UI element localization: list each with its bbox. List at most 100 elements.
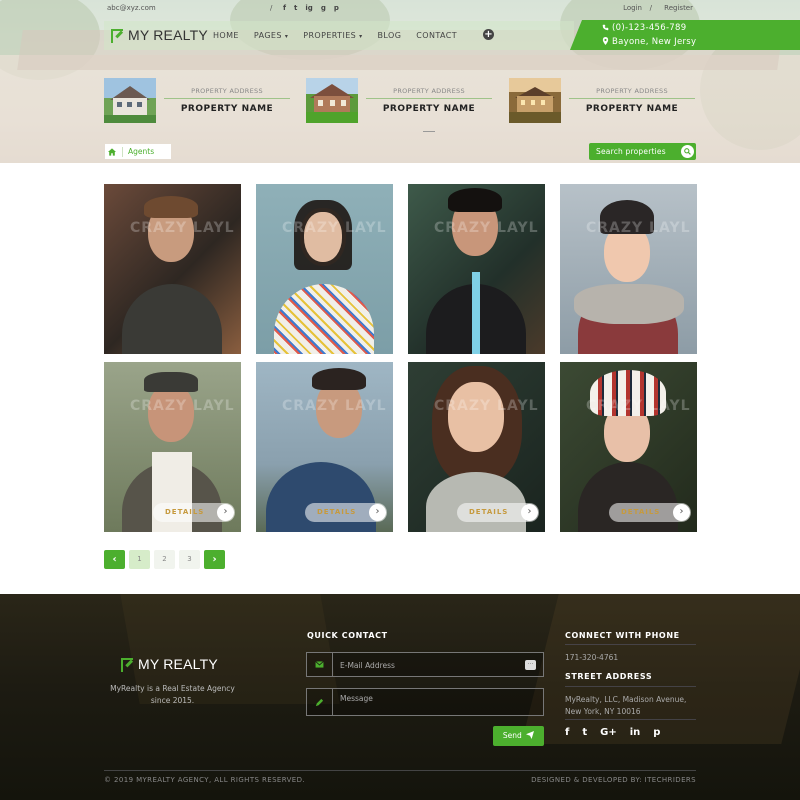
property-address: PROPERTY ADDRESS: [393, 87, 465, 95]
register-link[interactable]: Register: [664, 4, 693, 12]
nav-blog[interactable]: BLOG: [378, 31, 402, 40]
facebook-icon[interactable]: f: [565, 727, 569, 738]
autofill-icon[interactable]: ···: [525, 660, 536, 670]
details-button[interactable]: DETAILS ›: [153, 503, 235, 522]
next-page-button[interactable]: ›: [204, 550, 225, 569]
watermark-text: CRAZY LAYL: [586, 220, 691, 236]
quick-contact-heading: QUICK CONTACT: [307, 631, 388, 640]
footer-email-field[interactable]: E-Mail Address ···: [306, 652, 544, 677]
footer-logo-text: MY REALTY: [138, 656, 218, 672]
pinterest-icon[interactable]: p: [653, 727, 660, 738]
plus-icon[interactable]: +: [483, 29, 494, 40]
breadcrumb: Agents: [105, 144, 171, 159]
header-location-text: Bayone, New Jersy: [612, 37, 697, 47]
google-plus-icon[interactable]: G+: [600, 727, 617, 738]
map-pin-icon: [602, 37, 609, 45]
property-card[interactable]: PROPERTY ADDRESS PROPERTY NAME: [509, 78, 699, 124]
details-button[interactable]: DETAILS ›: [305, 503, 387, 522]
site-logo[interactable]: MY REALTY: [110, 27, 208, 43]
twitter-icon[interactable]: t: [582, 727, 587, 738]
breadcrumb-current: Agents: [128, 147, 155, 156]
property-card[interactable]: PROPERTY ADDRESS PROPERTY NAME: [104, 78, 294, 124]
agent-card[interactable]: CRAZY LAYL: [408, 184, 545, 354]
send-button[interactable]: Send: [493, 726, 544, 746]
nav-pages[interactable]: PAGES ▾: [254, 31, 288, 40]
property-thumbnail: [306, 78, 358, 123]
agent-card[interactable]: CRAZY LAYL: [104, 184, 241, 354]
logo-house-icon: [120, 656, 136, 672]
phone-icon: [602, 24, 609, 31]
watermark-text: CRAZY LAYL: [282, 398, 387, 414]
details-button[interactable]: DETAILS ›: [609, 503, 691, 522]
page-1-button[interactable]: 1: [129, 550, 150, 569]
chevron-right-icon: ›: [217, 504, 234, 521]
pagination: ‹ 1 2 3 ›: [104, 550, 225, 569]
agent-card[interactable]: CRAZY LAYL: [560, 184, 697, 354]
facebook-icon[interactable]: f: [283, 4, 286, 12]
envelope-icon: [307, 653, 333, 676]
footer-phone: 171-320-4761: [565, 653, 619, 662]
nav-contact[interactable]: CONTACT: [416, 31, 457, 40]
nav-pages-label: PAGES: [253, 31, 282, 40]
chevron-right-icon: ›: [369, 504, 386, 521]
property-thumbnail: [509, 78, 561, 123]
watermark-text: CRAZY LAYL: [434, 220, 539, 236]
connect-phone-heading: CONNECT WITH PHONE: [565, 631, 680, 640]
watermark-text: CRAZY LAYL: [130, 220, 235, 236]
agent-card[interactable]: CRAZY LAYL DETAILS ›: [560, 362, 697, 532]
designed-by-text: DESIGNED & DEVELOPED BY: ITECHRIDERS: [531, 776, 696, 784]
property-card[interactable]: PROPERTY ADDRESS PROPERTY NAME: [306, 78, 496, 132]
agent-card[interactable]: CRAZY LAYL: [256, 184, 393, 354]
footer-logo[interactable]: MY REALTY: [120, 656, 218, 672]
page-2-button[interactable]: 2: [154, 550, 175, 569]
details-label: DETAILS: [317, 508, 357, 516]
dribbble-icon[interactable]: g: [321, 4, 326, 12]
agent-card[interactable]: CRAZY LAYL DETAILS ›: [104, 362, 241, 532]
send-label: Send: [502, 731, 522, 740]
footer-tagline: MyRealty is a Real Estate Agency since 2…: [110, 684, 235, 705]
property-address: PROPERTY ADDRESS: [596, 87, 668, 95]
watermark-text: CRAZY LAYL: [130, 398, 235, 414]
linkedin-icon[interactable]: in: [630, 727, 641, 738]
property-thumbnail: [104, 78, 156, 123]
pinterest-icon[interactable]: p: [334, 4, 339, 12]
property-name: PROPERTY NAME: [180, 104, 274, 114]
contact-ribbon: (0)-123-456-789 Bayone, New Jersy: [570, 20, 800, 50]
property-name: PROPERTY NAME: [382, 104, 476, 114]
email-placeholder: E-Mail Address: [340, 661, 395, 670]
search-properties-label: Search properties: [596, 147, 666, 156]
nav-home[interactable]: HOME: [213, 31, 239, 40]
watermark-text: CRAZY LAYL: [586, 398, 691, 414]
agent-card[interactable]: CRAZY LAYL DETAILS ›: [408, 362, 545, 532]
watermark-text: CRAZY LAYL: [282, 220, 387, 236]
footer-address-line2: New York, NY 10016: [565, 707, 641, 716]
home-icon[interactable]: [105, 144, 119, 159]
page-3-button[interactable]: 3: [179, 550, 200, 569]
footer-address-line1: MyRealty, LLC, Madison Avenue,: [565, 695, 687, 704]
instagram-icon[interactable]: ig: [305, 4, 312, 12]
footer-message-field[interactable]: Message: [306, 688, 544, 716]
twitter-icon[interactable]: t: [294, 4, 297, 12]
details-label: DETAILS: [621, 508, 661, 516]
header-phone-text: (0)-123-456-789: [612, 23, 687, 33]
paper-plane-icon: [526, 731, 535, 739]
details-button[interactable]: DETAILS ›: [457, 503, 539, 522]
chevron-right-icon: ›: [521, 504, 538, 521]
agent-card[interactable]: CRAZY LAYL DETAILS ›: [256, 362, 393, 532]
property-name: PROPERTY NAME: [585, 104, 679, 114]
nav-properties[interactable]: PROPERTIES ▾: [303, 31, 362, 40]
property-address: PROPERTY ADDRESS: [191, 87, 263, 95]
prev-page-button[interactable]: ‹: [104, 550, 125, 569]
chevron-down-icon: ▾: [284, 33, 289, 40]
logo-house-icon: [110, 27, 126, 43]
login-link[interactable]: Login: [623, 4, 642, 12]
header-location: Bayone, New Jersy: [602, 37, 696, 47]
login-register-separator: /: [649, 4, 652, 12]
watermark-text: CRAZY LAYL: [434, 398, 539, 414]
footer-socials: f t G+ in p: [565, 727, 660, 738]
top-bar: abc@xyz.com / f t ig g p Login / Registe…: [105, 4, 695, 16]
top-email[interactable]: abc@xyz.com: [107, 4, 156, 12]
search-properties-button[interactable]: Search properties: [589, 143, 696, 160]
pencil-icon: [307, 689, 333, 715]
logo-text: MY REALTY: [128, 27, 208, 43]
